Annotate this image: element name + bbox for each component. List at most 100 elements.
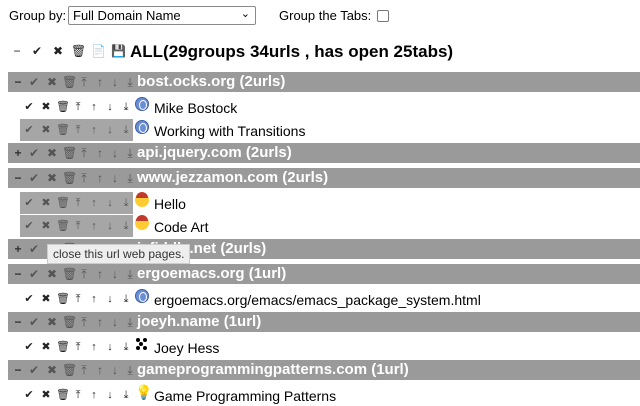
check-icon[interactable]: ✔	[23, 123, 35, 137]
move-down-icon[interactable]: ↓	[104, 219, 116, 233]
check-icon[interactable]: ✔	[23, 340, 35, 354]
toggle-icon[interactable]: −	[12, 75, 24, 89]
toggle-icon[interactable]: −	[12, 267, 24, 281]
toggle-icon[interactable]: +	[12, 242, 24, 256]
item-title[interactable]: Hello	[154, 196, 186, 212]
check-all-icon[interactable]: ✔	[30, 44, 44, 58]
trash-icon[interactable]: 🗑	[56, 100, 70, 114]
move-down-icon[interactable]: ↓	[104, 100, 116, 114]
close-icon[interactable]: ✖	[46, 146, 58, 160]
trash-icon[interactable]: 🗑	[62, 315, 77, 329]
move-top-icon[interactable]: ⤒	[72, 100, 84, 114]
export-doc-icon[interactable]: 📄	[91, 44, 106, 58]
move-bottom-icon[interactable]: ⤓	[120, 196, 132, 210]
move-up-icon[interactable]: ↑	[88, 340, 100, 354]
check-icon[interactable]: ✔	[28, 242, 40, 256]
move-top-icon[interactable]: ⤒	[78, 315, 90, 329]
move-top-icon[interactable]: ⤒	[78, 363, 90, 377]
move-bottom-icon[interactable]: ⤓	[120, 292, 132, 306]
move-down-icon[interactable]: ↓	[109, 315, 121, 329]
group-tabs-checkbox[interactable]	[377, 10, 389, 22]
close-icon[interactable]: ✖	[40, 196, 52, 210]
close-icon[interactable]: ✖	[40, 219, 52, 233]
close-icon[interactable]: ✖	[46, 267, 58, 281]
move-down-icon[interactable]: ↓	[109, 171, 121, 185]
move-top-icon[interactable]: ⤒	[72, 196, 84, 210]
toggle-icon[interactable]: −	[12, 315, 24, 329]
toggle-icon[interactable]: +	[12, 146, 24, 160]
move-up-icon[interactable]: ↑	[88, 292, 100, 306]
move-down-icon[interactable]: ↓	[104, 292, 116, 306]
item-title[interactable]: Mike Bostock	[154, 100, 237, 116]
item-title[interactable]: Joey Hess	[154, 340, 219, 356]
group-header[interactable]: − ✔ ✖ 🗑 ⤒ ↑ ↓ ⤓ ergoemacs.org (1url)	[8, 264, 640, 284]
list-item[interactable]: ✔ ✖ 🗑 ⤒ ↑ ↓ ⤓ 💡 Game Programming Patterns	[20, 384, 640, 406]
move-up-icon[interactable]: ↑	[94, 315, 106, 329]
move-down-icon[interactable]: ↓	[109, 146, 121, 160]
move-top-icon[interactable]: ⤒	[72, 340, 84, 354]
move-down-icon[interactable]: ↓	[109, 267, 121, 281]
trash-icon[interactable]: 🗑	[62, 267, 77, 281]
check-icon[interactable]: ✔	[28, 363, 40, 377]
trash-icon[interactable]: 🗑	[56, 340, 70, 354]
toggle-icon[interactable]: −	[12, 171, 24, 185]
group-by-select[interactable]: Full Domain Name ⌄	[68, 6, 256, 25]
trash-all-icon[interactable]: 🗑	[71, 44, 86, 58]
move-up-icon[interactable]: ↑	[88, 100, 100, 114]
move-top-icon[interactable]: ⤒	[78, 146, 90, 160]
check-icon[interactable]: ✔	[28, 315, 40, 329]
move-top-icon[interactable]: ⤒	[78, 171, 90, 185]
check-icon[interactable]: ✔	[28, 171, 40, 185]
group-title[interactable]: bost.ocks.org (2urls)	[137, 73, 285, 90]
trash-icon[interactable]: 🗑	[62, 363, 77, 377]
group-header[interactable]: + ✔ ✖ 🗑 ⤒ ↑ ↓ ⤓ api.jquery.com (2urls)	[8, 143, 640, 163]
item-title[interactable]: Code Art	[154, 219, 208, 235]
check-icon[interactable]: ✔	[23, 292, 35, 306]
close-icon[interactable]: ✖	[46, 363, 58, 377]
trash-icon[interactable]: 🗑	[56, 292, 70, 306]
move-top-icon[interactable]: ⤒	[78, 267, 90, 281]
move-bottom-icon[interactable]: ⤓	[120, 100, 132, 114]
list-item[interactable]: ✔ ✖ 🗑 ⤒ ↑ ↓ ⤓ Hello	[20, 192, 640, 214]
check-icon[interactable]: ✔	[23, 100, 35, 114]
move-bottom-icon[interactable]: ⤓	[124, 171, 136, 185]
toggle-icon[interactable]: −	[12, 363, 24, 377]
check-icon[interactable]: ✔	[28, 146, 40, 160]
trash-icon[interactable]: 🗑	[62, 171, 77, 185]
close-icon[interactable]: ✖	[40, 292, 52, 306]
move-top-icon[interactable]: ⤒	[78, 75, 90, 89]
group-title[interactable]: api.jquery.com (2urls)	[137, 144, 292, 161]
close-icon[interactable]: ✖	[40, 340, 52, 354]
close-icon[interactable]: ✖	[40, 100, 52, 114]
list-item[interactable]: ✔ ✖ 🗑 ⤒ ↑ ↓ ⤓ ergoemacs.org/emacs/emacs_package…	[20, 288, 640, 310]
list-item[interactable]: ✔ ✖ 🗑 ⤒ ↑ ↓ ⤓ Working with Transitions	[20, 119, 640, 141]
group-title[interactable]: ergoemacs.org (1url)	[137, 265, 286, 282]
move-down-icon[interactable]: ↓	[109, 75, 121, 89]
move-up-icon[interactable]: ↑	[94, 146, 106, 160]
group-header[interactable]: − ✔ ✖ 🗑 ⤒ ↑ ↓ ⤓ www.jezzamon.com (2urls)	[8, 168, 640, 188]
move-bottom-icon[interactable]: ⤓	[120, 123, 132, 137]
list-item[interactable]: ✔ ✖ 🗑 ⤒ ↑ ↓ ⤓ Code Art	[20, 215, 640, 237]
item-title[interactable]: ergoemacs.org/emacs/emacs_package_system…	[154, 292, 481, 308]
group-title[interactable]: joeyh.name (1url)	[137, 313, 261, 330]
trash-icon[interactable]: 🗑	[56, 219, 70, 233]
move-up-icon[interactable]: ↑	[88, 196, 100, 210]
check-icon[interactable]: ✔	[23, 219, 35, 233]
move-bottom-icon[interactable]: ⤓	[124, 75, 136, 89]
move-top-icon[interactable]: ⤒	[72, 292, 84, 306]
trash-icon[interactable]: 🗑	[56, 123, 70, 137]
move-down-icon[interactable]: ↓	[109, 363, 121, 377]
check-icon[interactable]: ✔	[28, 267, 40, 281]
item-title[interactable]: Game Programming Patterns	[154, 388, 336, 404]
list-item[interactable]: ✔ ✖ 🗑 ⤒ ↑ ↓ ⤓ Joey Hess	[20, 336, 640, 358]
move-down-icon[interactable]: ↓	[104, 123, 116, 137]
save-icon[interactable]: 💾	[111, 44, 126, 58]
trash-icon[interactable]: 🗑	[62, 146, 77, 160]
close-icon[interactable]: ✖	[46, 315, 58, 329]
move-up-icon[interactable]: ↑	[94, 267, 106, 281]
close-icon[interactable]: ✖	[46, 75, 58, 89]
move-up-icon[interactable]: ↑	[94, 363, 106, 377]
move-up-icon[interactable]: ↑	[88, 219, 100, 233]
list-item[interactable]: ✔ ✖ 🗑 ⤒ ↑ ↓ ⤓ Mike Bostock	[20, 96, 640, 118]
move-up-icon[interactable]: ↑	[94, 171, 106, 185]
